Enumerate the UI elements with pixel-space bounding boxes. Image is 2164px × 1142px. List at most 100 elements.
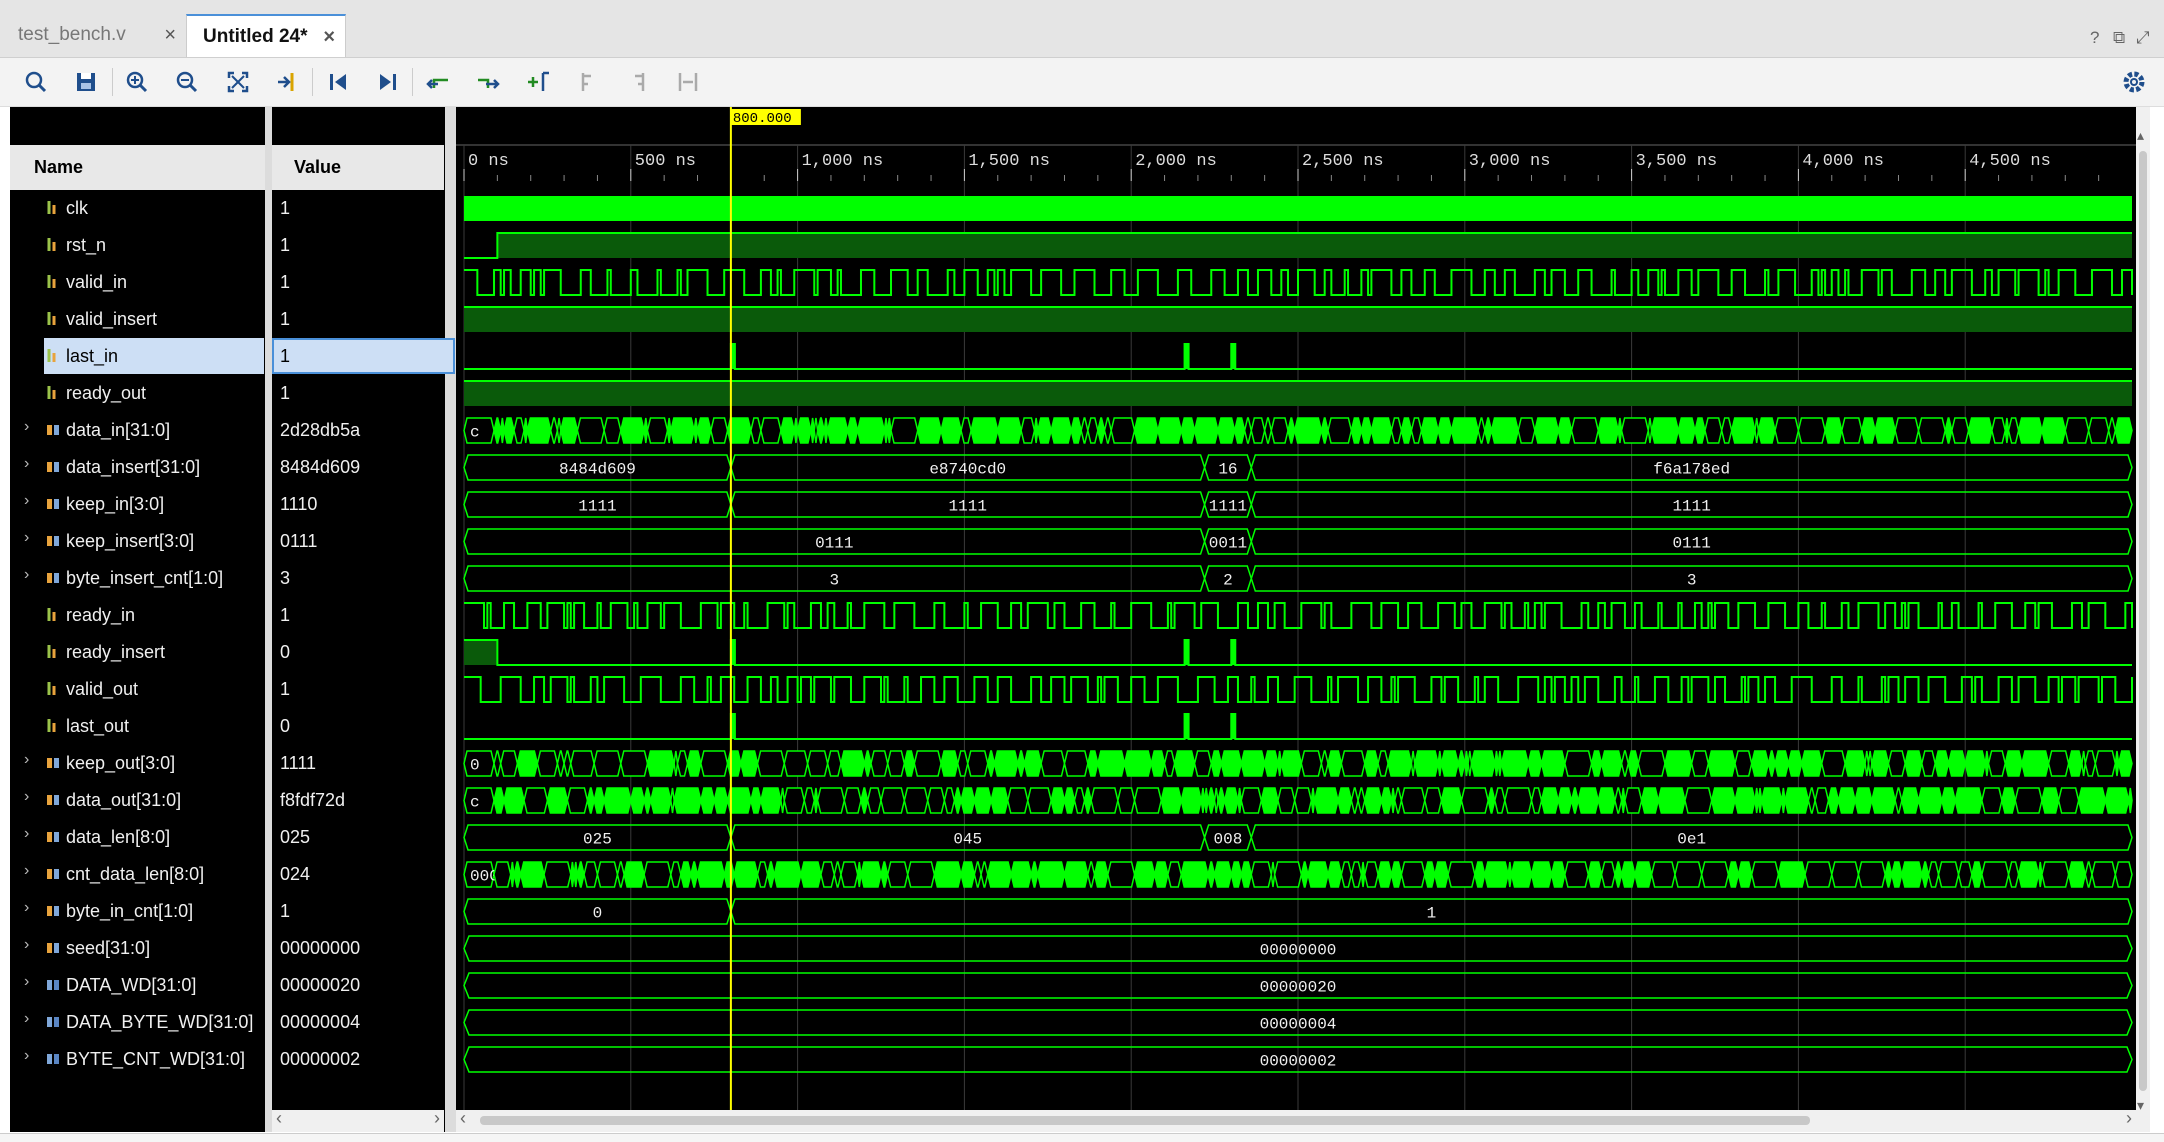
close-icon[interactable]: × xyxy=(323,16,335,58)
restore-icon[interactable]: ⧉ xyxy=(2113,28,2125,48)
signal-row[interactable]: ready_insert 0 xyxy=(10,634,445,671)
previous-marker-icon[interactable] xyxy=(574,68,602,96)
scroll-thumb[interactable] xyxy=(480,1116,1810,1125)
bus-segment xyxy=(1223,787,1239,814)
go-to-cursor-icon[interactable] xyxy=(274,68,302,96)
next-transition-icon[interactable] xyxy=(474,68,502,96)
signal-row[interactable]: › DATA_WD[31:0] 00000020 xyxy=(10,967,445,1004)
tab-test-bench[interactable]: test_bench.v × xyxy=(2,14,186,57)
bus-segment xyxy=(820,861,836,888)
signal-row[interactable]: clk 1 xyxy=(10,190,445,227)
name-column-header[interactable]: Name xyxy=(10,145,265,190)
expand-icon[interactable]: › xyxy=(24,492,29,510)
zoom-fit-icon[interactable] xyxy=(224,68,252,96)
expand-icon[interactable]: › xyxy=(24,751,29,769)
signal-row[interactable]: › cnt_data_len[8:0] 024 xyxy=(10,856,445,893)
bus-segment xyxy=(1710,787,1736,814)
signal-row[interactable]: last_out 0 xyxy=(10,708,445,745)
signal-row[interactable]: valid_insert 1 xyxy=(10,301,445,338)
search-icon[interactable] xyxy=(22,68,50,96)
expand-icon[interactable]: › xyxy=(24,936,29,954)
signal-row[interactable]: › data_in[31:0] 2d28db5a xyxy=(10,412,445,449)
bus-segment xyxy=(856,417,886,444)
gear-icon[interactable] xyxy=(2120,68,2148,96)
bus-segment xyxy=(1360,417,1373,444)
expand-icon[interactable]: › xyxy=(24,899,29,917)
expand-icon[interactable]: › xyxy=(24,455,29,473)
zoom-out-icon[interactable] xyxy=(173,68,201,96)
save-icon[interactable] xyxy=(72,68,100,96)
add-marker-icon[interactable] xyxy=(524,68,552,96)
bus-segment xyxy=(1133,417,1159,444)
expand-icon[interactable]: › xyxy=(24,788,29,806)
scroll-thumb[interactable] xyxy=(2139,151,2147,1091)
scroll-left-icon[interactable]: ‹ xyxy=(460,1108,466,1129)
signal-row[interactable]: ready_out 1 xyxy=(10,375,445,412)
signal-row[interactable]: rst_n 1 xyxy=(10,227,445,264)
help-icon[interactable]: ? xyxy=(2090,28,2099,48)
wave-horizontal-scrollbar[interactable]: ‹ › xyxy=(456,1108,2136,1132)
value-horizontal-scrollbar[interactable]: ‹ › xyxy=(272,1108,444,1132)
signal-row[interactable]: › keep_out[3:0] 1111 xyxy=(10,745,445,782)
wave-splitter[interactable] xyxy=(445,107,456,1132)
go-to-last-time-icon[interactable] xyxy=(374,68,402,96)
signal-row[interactable]: › byte_insert_cnt[1:0] 3 xyxy=(10,560,445,597)
bus-segment xyxy=(860,861,882,888)
bus-segment xyxy=(1280,750,1303,777)
expand-icon[interactable]: › xyxy=(24,529,29,547)
bus-segment xyxy=(1534,417,1559,444)
expand-icon[interactable]: › xyxy=(24,825,29,843)
expand-icon[interactable]: › xyxy=(24,566,29,584)
scroll-left-icon[interactable]: ‹ xyxy=(276,1108,282,1129)
value-column-header[interactable]: Value xyxy=(272,145,444,190)
tab-untitled-24[interactable]: Untitled 24* × xyxy=(186,14,346,57)
toolbar-separator xyxy=(312,68,313,96)
bus-segment xyxy=(1734,750,1753,777)
signal-row[interactable]: › BYTE_CNT_WD[31:0] 00000002 xyxy=(10,1041,445,1078)
vertical-scrollbar[interactable]: ▴ ▾ xyxy=(2136,107,2150,1132)
expand-icon[interactable]: › xyxy=(24,418,29,436)
signal-row[interactable]: last_in 1 xyxy=(10,338,455,375)
signal-row[interactable]: › data_len[8:0] 025 xyxy=(10,819,445,856)
expand-icon[interactable]: › xyxy=(24,862,29,880)
scroll-up-icon[interactable]: ▴ xyxy=(2137,127,2144,144)
bus-segment xyxy=(700,750,729,777)
signal-row[interactable]: › keep_in[3:0] 1110 xyxy=(10,486,445,523)
waveform-canvas[interactable]: 0 ns 500 ns 1,000 ns 1,500 ns 2,000 ns 2,500 … xyxy=(456,107,2136,1132)
bus-segment xyxy=(1063,861,1089,888)
maximize-icon[interactable]: ⤢ xyxy=(2136,28,2150,48)
signal-row[interactable]: ready_in 1 xyxy=(10,597,445,634)
expand-icon[interactable]: › xyxy=(24,973,29,991)
signal-row[interactable]: valid_in 1 xyxy=(10,264,445,301)
signal-row[interactable]: valid_out 1 xyxy=(10,671,445,708)
signal-row[interactable]: › DATA_BYTE_WD[31:0] 00000004 xyxy=(10,1004,445,1041)
bus-segment xyxy=(1157,417,1183,444)
bus-segment xyxy=(1050,417,1072,444)
scroll-right-icon[interactable]: › xyxy=(434,1108,440,1129)
zoom-in-icon[interactable] xyxy=(123,68,151,96)
bus-segment xyxy=(1363,787,1383,814)
signal-row[interactable]: › seed[31:0] 00000000 xyxy=(10,930,445,967)
tab-label: Untitled 24* xyxy=(203,26,308,47)
previous-transition-icon[interactable] xyxy=(424,68,452,96)
next-marker-icon[interactable] xyxy=(624,68,652,96)
swap-cursors-icon[interactable] xyxy=(674,68,702,96)
bus-segment xyxy=(1530,861,1553,888)
bus-segment xyxy=(926,787,946,814)
bus-segment xyxy=(1380,787,1393,814)
scroll-down-icon[interactable]: ▾ xyxy=(2137,1097,2144,1114)
bus-segment xyxy=(1804,861,1833,888)
signal-value: 1 xyxy=(280,198,291,218)
expand-icon[interactable]: › xyxy=(24,1010,29,1028)
signal-row[interactable]: › data_insert[31:0] 8484d609 xyxy=(10,449,445,486)
expand-icon[interactable]: › xyxy=(24,1047,29,1065)
bus-segment xyxy=(966,750,989,777)
signal-row[interactable]: › keep_insert[3:0] 0111 xyxy=(10,523,445,560)
close-icon[interactable]: × xyxy=(164,14,176,56)
bus-segment xyxy=(843,787,862,814)
signal-row[interactable]: › byte_in_cnt[1:0] 1 xyxy=(10,893,445,930)
signal-row[interactable]: › data_out[31:0] f8fdf72d xyxy=(10,782,445,819)
go-to-time-zero-icon[interactable] xyxy=(324,68,352,96)
bus-segment xyxy=(1674,861,1703,888)
scroll-right-icon[interactable]: › xyxy=(2126,1108,2132,1129)
